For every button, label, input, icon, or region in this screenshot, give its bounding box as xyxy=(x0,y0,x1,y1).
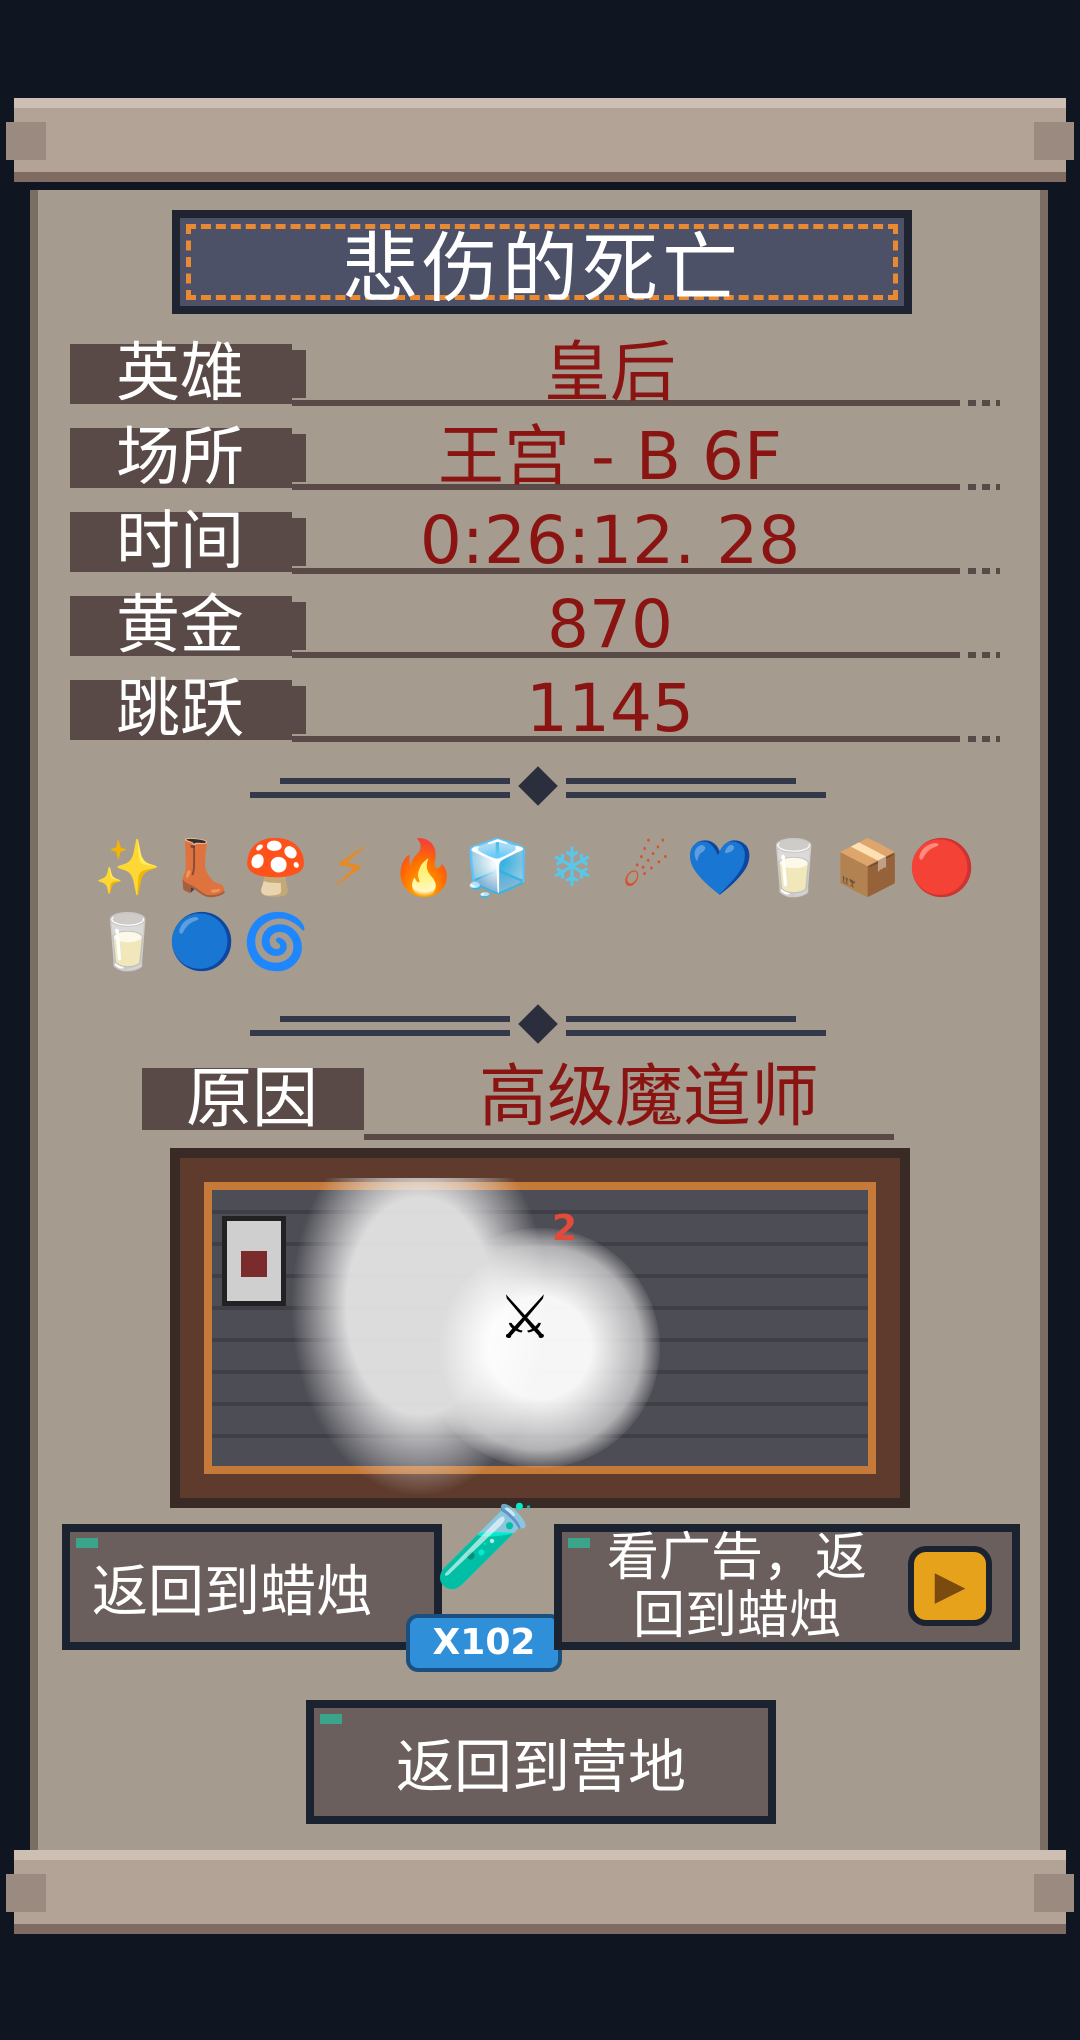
stat-dots xyxy=(968,484,1000,490)
death-reason-label: 原因 xyxy=(142,1066,364,1132)
stat-label-gold: 黄金 xyxy=(70,594,306,658)
stat-dots xyxy=(968,568,1000,574)
scroll-bottom-rod xyxy=(6,1850,1074,1934)
lightning-icon: ⚡ xyxy=(331,836,369,899)
stat-value-hero: 皇后 xyxy=(544,334,676,411)
return-to-camp-label: 返回到营地 xyxy=(395,1733,686,1801)
return-to-candle-button[interactable]: 返回到蜡烛 xyxy=(62,1524,442,1650)
green-swirl-icon: 🌀 xyxy=(242,910,310,973)
ornament-divider-top xyxy=(250,766,830,808)
potion-count-badge: X102 xyxy=(406,1614,562,1672)
scroll-top-rod xyxy=(6,98,1074,182)
stat-row-gold: 黄金 870 xyxy=(70,586,1000,664)
star-cluster-icon: ✨ xyxy=(94,836,162,899)
video-play-icon[interactable]: ▶ xyxy=(908,1546,992,1626)
locked-chest-icon xyxy=(222,1216,286,1306)
stat-label-jumps: 跳跃 xyxy=(70,678,306,742)
watch-ad-label-line1: 看广告，返 xyxy=(606,1528,867,1588)
milk-bottle-icon: 🥛 xyxy=(94,910,162,973)
watch-ad-label-line2: 回到蜡烛 xyxy=(632,1586,841,1646)
stat-label-hero: 英雄 xyxy=(70,342,306,406)
red-orb-icon: 🔴 xyxy=(908,836,976,899)
return-to-camp-button[interactable]: 返回到营地 xyxy=(306,1700,776,1824)
blue-heart-icon: 💙 xyxy=(686,836,754,899)
ornament-divider-bottom xyxy=(250,1004,830,1046)
hero-sprite-icon: ⚔ xyxy=(498,1283,552,1353)
stat-dots xyxy=(968,652,1000,658)
watch-ad-label: 看广告，返 回到蜡烛 xyxy=(607,1529,867,1645)
death-reason-value: 高级魔道师 xyxy=(478,1058,819,1137)
boot-icon: 👢 xyxy=(168,836,236,899)
milk-bottle-icon: 🥛 xyxy=(760,836,828,899)
meteor-icon: ☄ xyxy=(621,836,671,899)
ice-cube-icon: 🧊 xyxy=(464,836,532,899)
stat-value-time: 0:26:12. 28 xyxy=(419,502,801,579)
page-title: 悲伤的死亡 xyxy=(342,224,742,313)
stat-label-time: 时间 xyxy=(70,510,306,574)
death-scene-snapshot: 2 ⚔ xyxy=(170,1148,910,1508)
fire-orb-icon: 🔵 xyxy=(168,910,236,973)
stat-value-gold: 870 xyxy=(547,586,673,663)
stat-row-hero: 英雄 皇后 xyxy=(70,334,1000,412)
stat-dots xyxy=(968,736,1000,742)
stat-label-location: 场所 xyxy=(70,426,306,490)
mushroom-cloud-icon: 🍄 xyxy=(242,836,310,899)
stat-row-jumps: 跳跃 1145 xyxy=(70,670,1000,748)
red-crate-icon: 📦 xyxy=(834,836,902,899)
stat-value-location: 王宫 - B 6F xyxy=(438,418,782,495)
death-title-banner: 悲伤的死亡 xyxy=(172,210,912,314)
stat-dots xyxy=(968,400,1000,406)
potion-flask-icon: 🧪 xyxy=(433,1499,537,1594)
damage-number: 2 xyxy=(552,1208,578,1249)
crossed-ice-icon: ❄ xyxy=(549,836,595,899)
return-to-candle-label: 返回到蜡烛 xyxy=(92,1559,372,1625)
stat-row-time: 时间 0:26:12. 28 xyxy=(70,502,1000,580)
reason-underline xyxy=(364,1134,894,1140)
fire-icon: 🔥 xyxy=(390,836,458,899)
stat-row-location: 场所 王宫 - B 6F xyxy=(70,418,1000,496)
stat-value-jumps: 1145 xyxy=(526,670,694,747)
